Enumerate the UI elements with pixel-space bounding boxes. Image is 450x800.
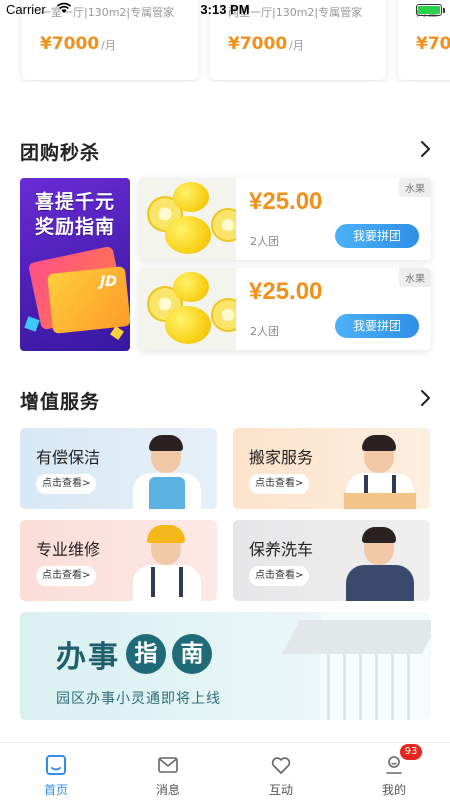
tab-profile[interactable]: 93 我的 <box>338 743 450 800</box>
tab-label: 首页 <box>43 783 68 797</box>
service-label: 专业维修 <box>36 540 101 559</box>
guide-banner[interactable]: 办 事 指 南 园区办事小灵通即将上线 <box>20 612 431 720</box>
cleaner-photo <box>127 433 207 509</box>
view-details-link[interactable]: 点击查看> <box>249 474 310 494</box>
service-label: 有偿保洁 <box>36 448 101 467</box>
deal-card[interactable]: 水果 ¥25.00 2人团 我要拼团 <box>139 268 431 350</box>
group-size: 2人团 <box>250 235 279 248</box>
bottom-tab-bar: 首页 消息 互动 93 我的 <box>0 742 450 800</box>
decor-cube <box>24 316 40 332</box>
chevron-right-icon[interactable] <box>418 140 432 158</box>
jd-logo: JD <box>100 274 117 290</box>
guide-subtitle: 园区办事小灵通即将上线 <box>56 691 221 707</box>
view-details-link[interactable]: 点击查看> <box>249 566 310 586</box>
building-columns <box>327 654 423 720</box>
promo-text: 喜提千元 奖励指南 <box>34 191 115 238</box>
category-tag: 水果 <box>399 178 431 197</box>
deal-price: ¥25.00 <box>249 188 323 215</box>
mail-icon <box>158 757 178 773</box>
heart-icon <box>271 757 291 774</box>
promo-banner[interactable]: 喜提千元 奖励指南 JD <box>20 178 130 351</box>
notification-badge: 93 <box>400 744 422 760</box>
tab-label: 互动 <box>268 783 293 797</box>
services-title: 增值服务 <box>20 391 101 413</box>
service-card-cleaning[interactable]: 有偿保洁 点击查看> <box>20 428 217 509</box>
join-group-button[interactable]: 我要拼团 <box>335 314 419 338</box>
lemon-image <box>139 178 236 260</box>
tab-label: 消息 <box>155 783 180 797</box>
rent-card-price: ¥7000/月 <box>40 34 116 54</box>
service-card-moving[interactable]: 搬家服务 点击查看> <box>233 428 430 509</box>
tab-messages[interactable]: 消息 <box>112 743 224 800</box>
tab-label: 我的 <box>381 783 406 797</box>
rent-card-price: ¥700 <box>416 34 450 54</box>
decor-cube <box>110 326 124 340</box>
status-time: 3:13 PM <box>200 2 250 17</box>
service-card-repair[interactable]: 专业维修 点击查看> <box>20 520 217 601</box>
group-size: 2人团 <box>250 325 279 338</box>
deal-card[interactable]: 水果 ¥25.00 2人团 我要拼团 <box>139 178 431 260</box>
tab-home[interactable]: 首页 <box>0 743 112 800</box>
join-group-button[interactable]: 我要拼团 <box>335 224 419 248</box>
service-label: 保养洗车 <box>249 540 314 559</box>
guide-title: 办 事 指 南 <box>56 632 212 676</box>
deal-price: ¥25.00 <box>249 278 323 305</box>
lemon-image <box>139 268 236 350</box>
tab-interact[interactable]: 互动 <box>225 743 337 800</box>
status-bar: Carrier 3:13 PM <box>0 0 450 20</box>
building-roof <box>281 620 431 654</box>
battery-icon <box>416 4 445 16</box>
service-label: 搬家服务 <box>249 448 314 467</box>
home-icon <box>46 755 66 775</box>
group-buy-header[interactable]: 团购秒杀 <box>20 134 432 164</box>
repairman-photo <box>127 525 207 601</box>
service-card-carwash[interactable]: 保养洗车 点击查看> <box>233 520 430 601</box>
promo-card-shape <box>47 266 130 334</box>
view-details-link[interactable]: 点击查看> <box>36 566 97 586</box>
chevron-right-icon[interactable] <box>418 389 432 407</box>
rent-card-price: ¥7000/月 <box>228 34 304 54</box>
mover-photo <box>340 433 420 509</box>
services-header[interactable]: 增值服务 <box>20 383 432 413</box>
group-buy-title: 团购秒杀 <box>20 142 101 164</box>
view-details-link[interactable]: 点击查看> <box>36 474 97 494</box>
category-tag: 水果 <box>399 268 431 287</box>
mechanic-photo <box>340 525 420 601</box>
